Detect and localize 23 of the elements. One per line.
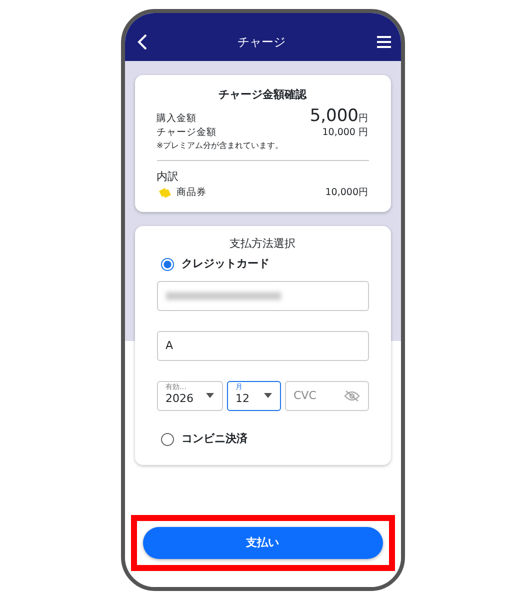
payment-option[interactable]: クレジットカード	[160, 256, 368, 273]
name-field[interactable]: A	[156, 330, 368, 361]
breakdown-title: 内訳	[156, 169, 180, 185]
payment-title: 支払方法選択	[230, 236, 296, 250]
breakdown-amount: 10,000円	[325, 186, 368, 200]
currency-unit: 円	[358, 112, 368, 124]
premium-note: ※プレミアム分が含まれています。	[156, 140, 284, 152]
ticket-icon	[156, 186, 172, 199]
purchase-amount: 5,000	[310, 106, 358, 126]
dropdown-caret-icon	[264, 393, 272, 398]
breakdown-label: 商品券	[176, 186, 206, 200]
dropdown-caret-icon	[206, 393, 214, 398]
cvc-field[interactable]: CVC	[284, 380, 368, 411]
menu-icon[interactable]	[376, 36, 390, 48]
back-icon[interactable]	[136, 34, 146, 50]
screen-title: チャージ	[238, 34, 286, 51]
pay-button[interactable]: 支払い	[142, 527, 382, 559]
purchase-label: 購入金額	[156, 112, 196, 126]
payment-option[interactable]: コンビニ決済	[160, 430, 368, 448]
charge-label: チャージ金額	[156, 126, 216, 140]
summary-title: チャージ金額確認	[218, 87, 308, 103]
card-number-field[interactable]	[156, 280, 368, 311]
charge-amount: 10,000 円	[322, 126, 368, 140]
